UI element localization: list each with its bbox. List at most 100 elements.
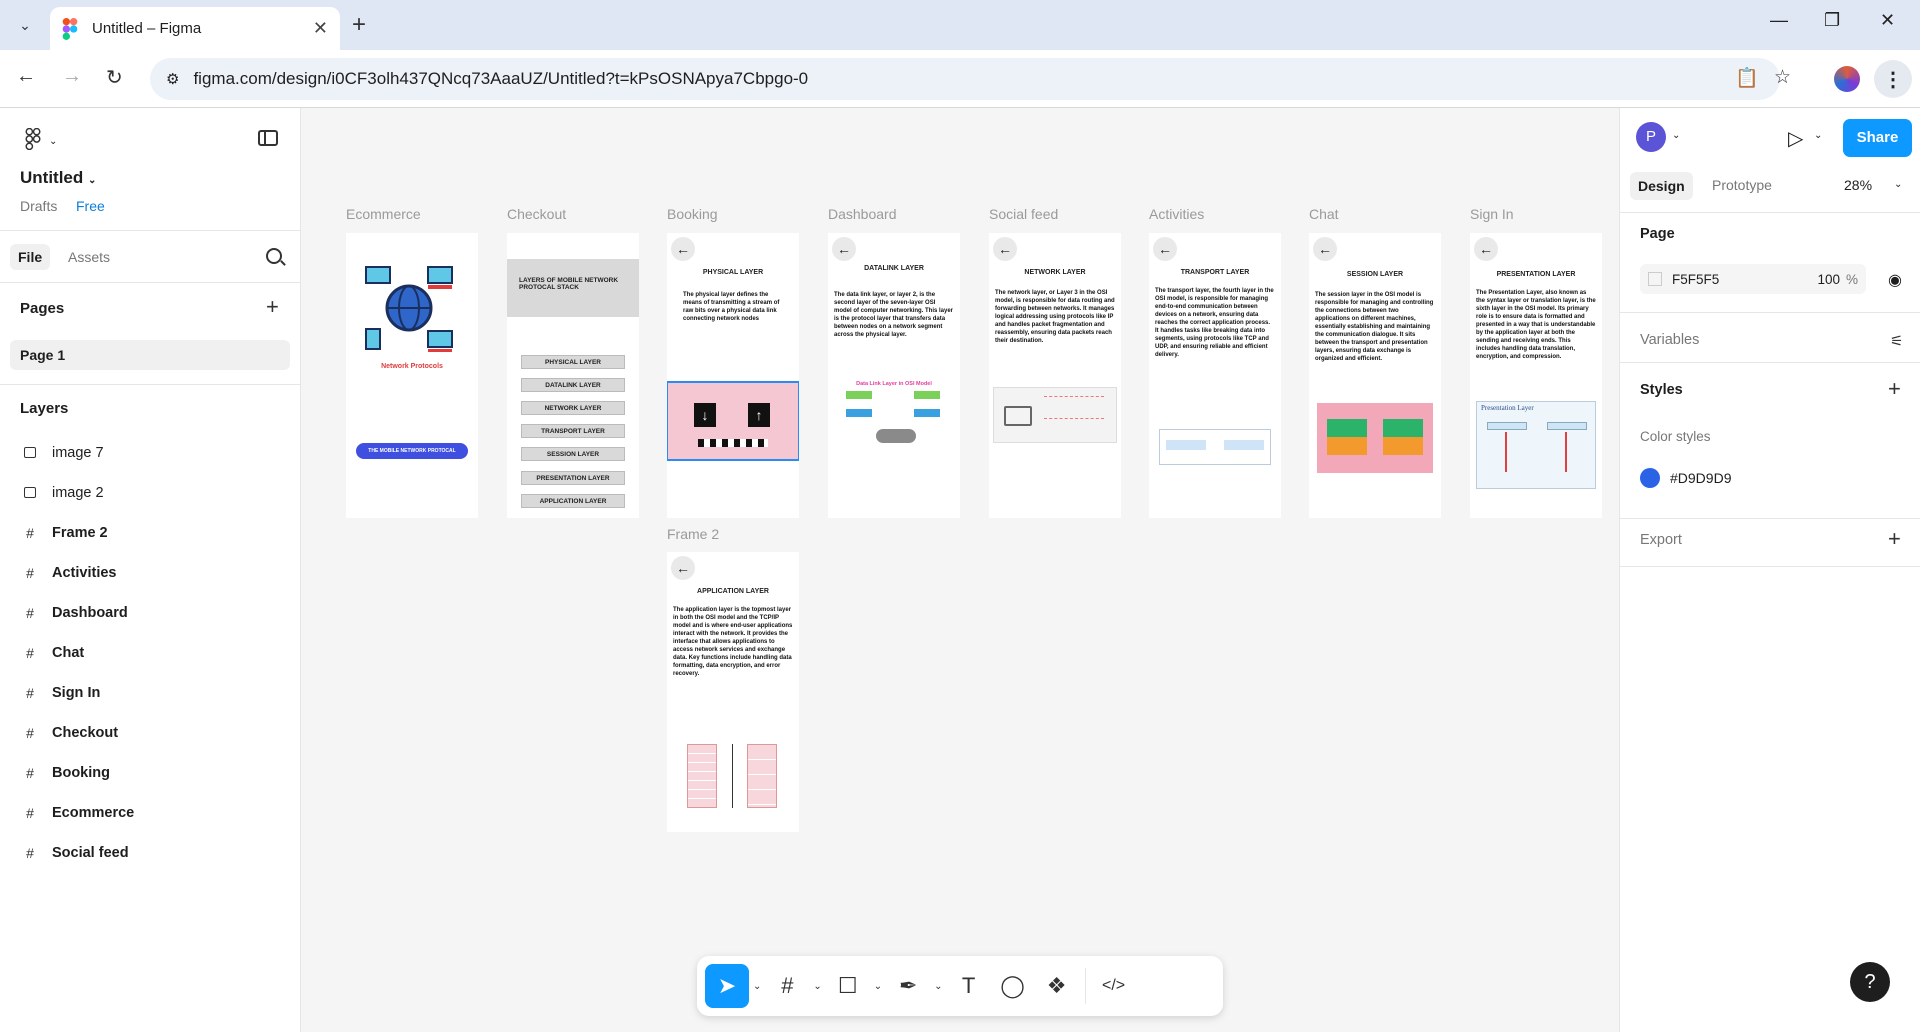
file-name[interactable]: Untitled ⌄ — [20, 168, 96, 188]
layer-item[interactable]: # Ecommerce — [22, 801, 135, 825]
browser-tab-figma[interactable]: Untitled – Figma ✕ — [50, 7, 340, 50]
site-info-icon[interactable]: ⚙ — [166, 70, 179, 88]
url-text[interactable]: figma.com/design/i0CF3olh437QNcq73AaaUZ/… — [193, 69, 808, 89]
chevron-down-icon[interactable]: ⌄ — [1672, 130, 1680, 141]
color-swatch[interactable] — [1648, 272, 1662, 286]
add-style-button[interactable]: + — [1888, 376, 1901, 402]
tab-assets[interactable]: Assets — [68, 249, 110, 265]
back-arrow-icon[interactable]: ← — [1313, 237, 1337, 261]
stack-row[interactable]: TRANSPORT LAYER — [521, 424, 625, 438]
layer-item[interactable]: # Chat — [22, 641, 85, 665]
frame-2[interactable]: ← APPLICATION LAYER The application laye… — [667, 552, 799, 832]
stack-row[interactable]: PHYSICAL LAYER — [521, 355, 625, 369]
bookmark-star-icon[interactable]: ☆ — [1774, 66, 1791, 89]
chevron-down-icon[interactable]: ⌄ — [1894, 179, 1902, 190]
page-color-field[interactable]: F5F5F5 100 % — [1640, 264, 1866, 294]
layer-item[interactable]: # Frame 2 — [22, 521, 108, 545]
plan-badge[interactable]: Free — [76, 198, 105, 214]
frame-label[interactable]: Checkout — [507, 206, 566, 222]
frame-social-feed[interactable]: ← NETWORK LAYER The network layer, or La… — [989, 233, 1121, 518]
stack-row[interactable]: NETWORK LAYER — [521, 401, 625, 415]
page-item[interactable]: Page 1 — [10, 340, 290, 370]
add-page-button[interactable]: + — [266, 294, 279, 320]
layer-item[interactable]: image 7 — [22, 441, 104, 465]
back-button[interactable]: ← — [16, 65, 36, 88]
frame-label[interactable]: Activities — [1149, 206, 1204, 222]
layer-item[interactable]: # Activities — [22, 561, 117, 585]
color-style-swatch[interactable] — [1640, 468, 1660, 488]
frame-label[interactable]: Booking — [667, 206, 718, 222]
user-avatar[interactable]: P — [1636, 122, 1666, 152]
frame-ecommerce[interactable]: Network Protocols THE MOBILE NETWORK PRO… — [346, 233, 478, 518]
new-tab-button[interactable]: + — [352, 12, 366, 38]
forward-button[interactable]: → — [62, 65, 82, 88]
frame-label[interactable]: Sign In — [1470, 206, 1514, 222]
cta-button[interactable]: THE MOBILE NETWORK PROTOCAL — [356, 443, 468, 459]
chevron-down-icon[interactable]: ⌄ — [874, 981, 882, 992]
tab-close-icon[interactable]: ✕ — [313, 18, 328, 39]
color-style-name[interactable]: #D9D9D9 — [1670, 470, 1731, 486]
variables-settings-icon[interactable]: ⚟ — [1890, 332, 1903, 350]
profile-avatar[interactable] — [1834, 66, 1860, 92]
search-icon[interactable] — [266, 248, 282, 264]
layer-item[interactable]: # Social feed — [22, 841, 129, 865]
frame-label[interactable]: Dashboard — [828, 206, 897, 222]
stack-row[interactable]: APPLICATION LAYER — [521, 494, 625, 508]
page-opacity[interactable]: 100 — [1817, 272, 1840, 287]
chevron-down-icon[interactable]: ⌄ — [1814, 130, 1822, 141]
comment-tool[interactable]: ◯ — [991, 964, 1035, 1008]
help-button[interactable]: ? — [1850, 962, 1890, 1002]
back-arrow-icon[interactable]: ← — [671, 556, 695, 580]
frame-tool[interactable]: # — [765, 964, 809, 1008]
chevron-down-icon[interactable]: ⌄ — [813, 981, 821, 992]
clipboard-icon[interactable]: 📋 — [1735, 66, 1759, 90]
back-arrow-icon[interactable]: ← — [671, 237, 695, 261]
chevron-down-icon[interactable]: ⌄ — [753, 981, 761, 992]
visibility-eye-icon[interactable]: ◉ — [1888, 270, 1902, 290]
frame-activities[interactable]: ← TRANSPORT LAYER The transport layer, t… — [1149, 233, 1281, 518]
restore-window-button[interactable]: ❐ — [1824, 10, 1840, 31]
rectangle-tool[interactable]: ☐ — [826, 964, 870, 1008]
reload-button[interactable]: ↻ — [106, 65, 123, 90]
tab-file[interactable]: File — [10, 244, 51, 270]
image-2[interactable]: Data Link Layer in OSI Model — [836, 381, 952, 453]
back-arrow-icon[interactable]: ← — [832, 237, 856, 261]
tab-search-dropdown[interactable]: ⌄ — [12, 12, 38, 38]
tab-prototype[interactable]: Prototype — [1712, 177, 1772, 193]
dev-mode-toggle[interactable]: </> — [1092, 964, 1136, 1008]
browser-menu-icon[interactable]: ⋮ — [1874, 60, 1912, 98]
drafts-link[interactable]: Drafts — [20, 198, 57, 214]
move-tool[interactable]: ➤ — [705, 964, 749, 1008]
export-heading[interactable]: Export — [1640, 532, 1682, 548]
frame-label[interactable]: Frame 2 — [667, 526, 719, 542]
minimize-window-button[interactable]: — — [1770, 10, 1788, 31]
frame-label[interactable]: Chat — [1309, 206, 1339, 222]
design-canvas[interactable]: Ecommerce Network Protocols THE MOBILE N… — [301, 108, 1619, 1032]
back-arrow-icon[interactable]: ← — [993, 237, 1017, 261]
layer-item[interactable]: # Checkout — [22, 721, 119, 745]
stack-row[interactable]: PRESENTATION LAYER — [521, 471, 625, 485]
frame-label[interactable]: Social feed — [989, 206, 1058, 222]
text-tool[interactable]: T — [947, 964, 991, 1008]
layer-item[interactable]: # Dashboard — [22, 601, 128, 625]
frame-booking[interactable]: ← PHYSICAL LAYER The physical layer defi… — [667, 233, 799, 518]
chevron-down-icon[interactable]: ⌄ — [934, 981, 942, 992]
layer-item[interactable]: # Booking — [22, 761, 110, 785]
page-color-hex[interactable]: F5F5F5 — [1672, 272, 1719, 287]
image-7[interactable]: ↓ ↑ — [667, 381, 799, 461]
frame-sign-in[interactable]: ← PRESENTATION LAYER The Presentation La… — [1470, 233, 1602, 518]
back-arrow-icon[interactable]: ← — [1474, 237, 1498, 261]
pen-tool[interactable]: ✒ — [886, 964, 930, 1008]
figma-menu-icon[interactable]: ⌄ — [22, 127, 57, 155]
back-arrow-icon[interactable]: ← — [1153, 237, 1177, 261]
actions-tool[interactable]: ❖ — [1035, 964, 1079, 1008]
frame-checkout[interactable]: LAYERS OF MOBILE NETWORK PROTOCAL STACK … — [507, 233, 639, 518]
frame-dashboard[interactable]: ← DATALINK LAYER The data link layer, or… — [828, 233, 960, 518]
stack-row[interactable]: SESSION LAYER — [521, 447, 625, 461]
zoom-level[interactable]: 28% — [1844, 177, 1872, 193]
frame-chat[interactable]: ← SESSION LAYER The session layer in the… — [1309, 233, 1441, 518]
layer-item[interactable]: # Sign In — [22, 681, 101, 705]
variables-heading[interactable]: Variables — [1640, 332, 1699, 348]
share-button[interactable]: Share — [1843, 119, 1912, 157]
tab-design[interactable]: Design — [1630, 172, 1693, 200]
